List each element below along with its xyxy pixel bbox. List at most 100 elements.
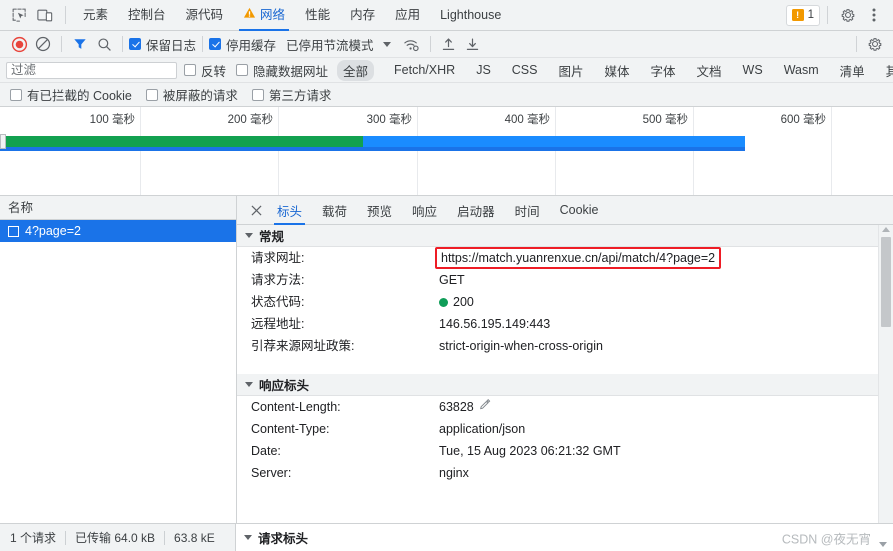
field-label: 远程地址: <box>251 317 305 331</box>
section-request-headers-header[interactable]: 请求标头 <box>244 528 308 547</box>
response-header-date: Date: Tue, 15 Aug 2023 06:21:32 GMT <box>237 440 893 462</box>
tab-network[interactable]: 网络 <box>233 0 295 31</box>
filter-type-ws[interactable]: WS <box>737 62 769 78</box>
third-party-checkbox[interactable]: 第三方请求 <box>251 85 332 104</box>
record-button[interactable] <box>7 32 31 56</box>
checkbox-box <box>251 88 264 101</box>
request-details-pane: 标头 载荷 预览 响应 启动器 时间 Cookie 常规 请求网址: https… <box>237 196 893 523</box>
export-har-icon[interactable] <box>461 32 485 56</box>
tab-elements[interactable]: 元素 <box>73 0 118 31</box>
filter-type-font[interactable]: 字体 <box>645 60 682 81</box>
network-overview[interactable]: 100 毫秒 200 毫秒 300 毫秒 400 毫秒 500 毫秒 600 毫… <box>0 107 893 196</box>
filter-type-css[interactable]: CSS <box>506 62 544 78</box>
checkbox-box <box>236 64 249 76</box>
scrollbar-thumb[interactable] <box>881 237 891 327</box>
throttling-select[interactable]: 已停用节流模式 <box>286 35 374 54</box>
tab-performance[interactable]: 性能 <box>295 0 340 31</box>
kebab-menu-icon[interactable] <box>861 2 887 28</box>
edit-pencil-icon[interactable] <box>479 399 491 415</box>
inspect-element-icon[interactable] <box>6 2 32 28</box>
detail-tab-headers[interactable]: 标头 <box>267 196 312 225</box>
tab-label: 控制台 <box>128 7 166 22</box>
filter-input[interactable] <box>6 61 177 79</box>
filter-type-doc[interactable]: 文档 <box>691 60 728 81</box>
request-details-tabbar: 标头 载荷 预览 响应 启动器 时间 Cookie <box>237 196 893 225</box>
filter-type-img[interactable]: 图片 <box>552 60 589 81</box>
tab-memory[interactable]: 内存 <box>340 0 385 31</box>
tab-label: Lighthouse <box>440 7 502 22</box>
field-label: Server: <box>251 466 292 480</box>
response-header-server: Server: nginx <box>237 462 893 484</box>
content-length-value: 63828 <box>439 400 474 414</box>
field-value[interactable]: https://match.yuanrenxue.cn/api/match/4?… <box>435 247 722 269</box>
tab-lighthouse[interactable]: Lighthouse <box>430 0 511 31</box>
filter-type-media[interactable]: 媒体 <box>599 60 636 81</box>
detail-tab-payload[interactable]: 载荷 <box>312 196 357 225</box>
field-label: 引荐来源网址政策: <box>251 339 355 353</box>
detail-tab-response[interactable]: 响应 <box>402 196 447 225</box>
request-name-label: 4?page=2 <box>25 224 81 238</box>
detail-tab-cookies[interactable]: Cookie <box>550 196 609 225</box>
toolbar-divider <box>65 6 66 24</box>
details-scrollbar[interactable] <box>878 225 893 523</box>
request-row-selected[interactable]: 4?page=2 <box>0 220 236 242</box>
timeline-ruler: 100 毫秒 200 毫秒 300 毫秒 400 毫秒 500 毫秒 600 毫… <box>0 107 893 195</box>
section-request-headers-title: 请求标头 <box>258 532 309 546</box>
status-code-label: 200 <box>453 295 474 309</box>
network-toolbar-right <box>850 32 893 56</box>
filter-toggle-button[interactable] <box>68 32 92 56</box>
filter-type-wasm[interactable]: Wasm <box>778 62 825 78</box>
chevron-down-icon[interactable] <box>382 41 391 47</box>
field-value: strict-origin-when-cross-origin <box>439 339 603 353</box>
field-value: 200 <box>439 294 474 310</box>
filter-type-manifest[interactable]: 清单 <box>834 60 871 81</box>
clear-button[interactable] <box>31 32 55 56</box>
toolbar-divider <box>429 36 431 52</box>
filter-type-list: Fetch/XHR JS CSS 图片 媒体 字体 文档 WS Wasm 清单 … <box>388 60 893 81</box>
request-list-column-header[interactable]: 名称 <box>0 196 236 220</box>
filter-type-fetch-xhr[interactable]: Fetch/XHR <box>388 62 461 78</box>
search-icon[interactable] <box>92 32 116 56</box>
tab-application[interactable]: 应用 <box>385 0 430 31</box>
close-icon[interactable] <box>245 199 267 221</box>
toolbar-divider <box>122 36 123 52</box>
overview-bars <box>0 134 893 154</box>
tab-sources[interactable]: 源代码 <box>176 0 234 31</box>
filter-type-all[interactable]: 全部 <box>337 59 375 81</box>
section-response-headers-header[interactable]: 响应标头 <box>237 374 893 396</box>
scroll-down-arrow-icon[interactable] <box>879 542 887 547</box>
request-list-pane: 名称 4?page=2 <box>0 196 237 523</box>
tab-console[interactable]: 控制台 <box>118 0 176 31</box>
detail-tab-preview[interactable]: 预览 <box>357 196 402 225</box>
device-toolbar-icon[interactable] <box>32 2 58 28</box>
warning-count-badge[interactable]: ! 1 <box>785 4 820 26</box>
import-har-icon[interactable] <box>437 32 461 56</box>
toolbar-divider <box>202 36 204 52</box>
preserve-log-checkbox[interactable]: 保留日志 <box>129 35 196 54</box>
filter-type-js[interactable]: JS <box>470 62 497 78</box>
network-settings-gear-icon[interactable] <box>863 32 887 56</box>
network-conditions-icon[interactable] <box>400 32 424 56</box>
toolbar-divider <box>61 36 62 52</box>
section-general-header[interactable]: 常规 <box>237 225 893 247</box>
status-bar: 1 个请求 已传输 64.0 kB 63.8 kE 请求标头 CSDN @夜无宵 <box>0 523 893 551</box>
blocked-cookies-checkbox[interactable]: 有已拦截的 Cookie <box>10 85 132 104</box>
detail-tab-timing[interactable]: 时间 <box>505 196 550 225</box>
general-row-request-method: 请求方法: GET <box>237 269 893 291</box>
status-success-dot-icon <box>439 297 448 307</box>
network-toolbar: 保留日志 停用缓存 已停用节流模式 <box>0 31 893 58</box>
third-party-label: 第三方请求 <box>268 89 332 103</box>
hide-data-urls-checkbox[interactable]: 隐藏数据网址 <box>236 61 328 80</box>
disable-cache-checkbox[interactable]: 停用缓存 <box>209 35 276 54</box>
tick-label: 200 毫秒 <box>227 114 273 126</box>
scroll-up-arrow-icon[interactable] <box>882 227 890 232</box>
gear-icon[interactable] <box>835 2 861 28</box>
blocked-requests-checkbox[interactable]: 被屏蔽的请求 <box>145 85 238 104</box>
overview-window-handle-left[interactable] <box>0 134 6 149</box>
chevron-down-icon <box>244 535 252 540</box>
field-value: nginx <box>439 466 469 480</box>
detail-tab-initiator[interactable]: 启动器 <box>447 196 505 225</box>
invert-checkbox[interactable]: 反转 <box>184 61 226 80</box>
checkbox-box <box>129 38 141 50</box>
filter-type-other[interactable]: 其他 <box>880 60 893 81</box>
